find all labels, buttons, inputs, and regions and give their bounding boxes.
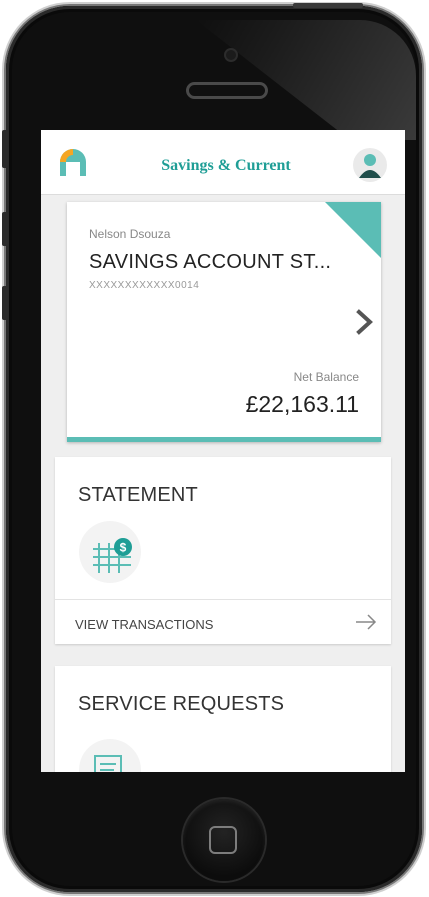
glass-reflection: [196, 20, 416, 140]
mute-switch: [2, 130, 8, 168]
chevron-right-icon[interactable]: [351, 309, 377, 335]
svg-text:$: $: [120, 541, 127, 555]
account-number: XXXXXXXXXXXX0014: [89, 280, 200, 291]
profile-icon[interactable]: [353, 148, 387, 182]
app-bar: Savings & Current: [41, 130, 405, 195]
app-screen: Savings & Current Nelson Dsouza SAVINGS …: [41, 130, 405, 772]
home-button-icon[interactable]: [183, 799, 265, 881]
camera: [226, 50, 236, 60]
account-name: SAVINGS ACCOUNT ST...: [89, 251, 332, 273]
service-request-icon: [79, 739, 141, 772]
service-requests-title: SERVICE REQUESTS: [78, 693, 285, 715]
page-title: Savings & Current: [161, 157, 291, 174]
power-button: [293, 3, 363, 8]
service-requests-card[interactable]: SERVICE REQUESTS: [55, 666, 391, 772]
view-transactions-label: VIEW TRANSACTIONS: [75, 617, 214, 632]
speaker: [189, 85, 265, 96]
account-card[interactable]: Nelson Dsouza SAVINGS ACCOUNT ST... XXXX…: [67, 202, 381, 442]
corner-tag: [325, 202, 381, 258]
home-square-icon: [209, 826, 237, 854]
net-balance-label: Net Balance: [293, 370, 359, 384]
arrow-right-icon: [356, 614, 377, 630]
account-holder: Nelson Dsouza: [89, 227, 171, 241]
volume-up-button: [2, 212, 8, 246]
statement-card: STATEMENT $ VIEW TRANSACTIONS: [55, 457, 391, 644]
statement-title: STATEMENT: [78, 484, 198, 506]
volume-down-button: [2, 286, 8, 320]
view-transactions-row[interactable]: VIEW TRANSACTIONS: [55, 599, 391, 645]
net-balance-value: £22,163.11: [245, 391, 359, 417]
statement-icon: $: [79, 521, 141, 583]
logo-icon[interactable]: [56, 146, 90, 180]
